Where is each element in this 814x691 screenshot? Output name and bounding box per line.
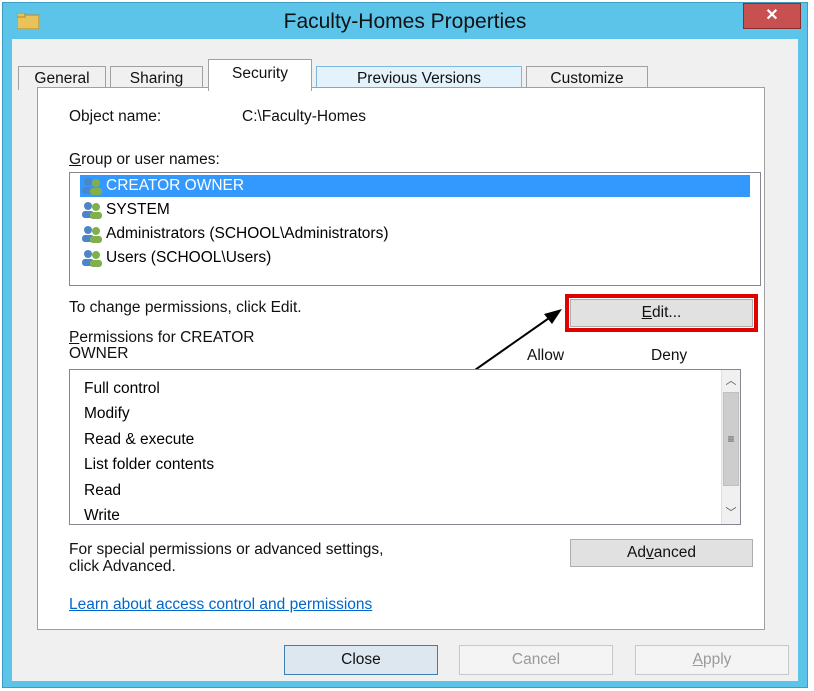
permission-list-folder-contents: List folder contents bbox=[84, 456, 215, 473]
permissions-list[interactable]: Full control Modify Read & execute List … bbox=[69, 369, 741, 525]
permission-modify: Modify bbox=[84, 405, 130, 422]
scroll-thumb[interactable]: ≡ bbox=[723, 392, 739, 486]
permission-write: Write bbox=[84, 507, 120, 524]
cancel-button[interactable]: Cancel bbox=[459, 645, 613, 675]
permission-full-control: Full control bbox=[84, 380, 160, 397]
permission-read-execute: Read & execute bbox=[84, 431, 195, 448]
deny-column-header: Deny bbox=[651, 347, 688, 364]
permission-read: Read bbox=[84, 482, 122, 499]
scroll-down-icon[interactable]: ﹀ bbox=[722, 504, 740, 522]
advanced-button[interactable]: Advanced bbox=[570, 539, 753, 567]
apply-button[interactable]: Apply bbox=[635, 645, 789, 675]
allow-column-header: Allow bbox=[527, 347, 565, 364]
tab-security[interactable]: Security bbox=[208, 59, 312, 91]
permissions-scrollbar[interactable]: ︿ ≡ ﹀ bbox=[721, 370, 740, 524]
learn-access-control-link[interactable]: Learn about access control and permissio… bbox=[69, 596, 372, 614]
scroll-up-icon[interactable]: ︿ bbox=[722, 372, 740, 390]
permissions-for-label: Permissions for CREATOR OWNER bbox=[69, 329, 255, 362]
special-permissions-text: For special permissions or advanced sett… bbox=[69, 541, 384, 575]
close-button[interactable]: Close bbox=[284, 645, 438, 675]
